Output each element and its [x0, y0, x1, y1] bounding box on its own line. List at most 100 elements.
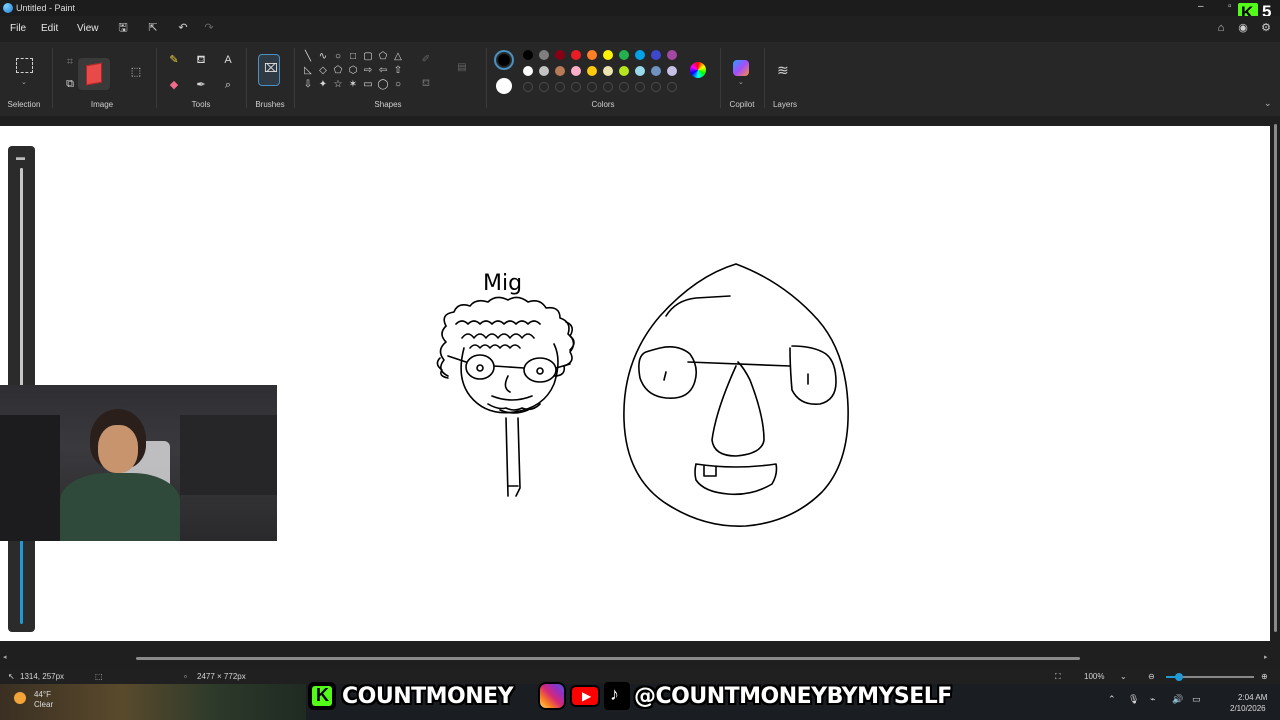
callout-rect-shape-icon[interactable]: ▭ — [362, 79, 374, 91]
minimize-icon[interactable]: – — [1198, 1, 1204, 12]
up-arrow-shape-icon[interactable]: ⇧ — [392, 65, 404, 77]
scroll-right-icon[interactable]: ▸ — [1264, 653, 1268, 661]
color-swatch[interactable] — [571, 66, 581, 76]
color-swatch[interactable] — [587, 66, 597, 76]
secondary-color-button[interactable] — [496, 78, 512, 94]
eraser-icon[interactable]: ◆ — [166, 77, 182, 93]
shape-picker-icon[interactable]: ▤ — [456, 62, 468, 74]
rectangle-shape-icon[interactable]: □ — [347, 51, 359, 63]
brushes-button[interactable]: ⌧ — [258, 54, 280, 86]
vertical-scroll-thumb[interactable] — [1274, 124, 1277, 632]
fill-icon[interactable]: ⛾ — [420, 78, 432, 90]
image-select-icon[interactable]: ⬚ — [128, 64, 144, 80]
maximize-icon[interactable]: ▫ — [1228, 1, 1232, 12]
drawing-canvas[interactable]: Mig — [0, 126, 1270, 641]
rounded-rectangle-shape-icon[interactable]: ▢ — [362, 51, 374, 63]
redo-icon[interactable]: ↷ — [202, 21, 216, 35]
clock-time[interactable]: 2:04 AM — [1238, 693, 1267, 702]
clock-date[interactable]: 2/10/2026 — [1230, 704, 1266, 713]
custom-color-slot[interactable] — [619, 82, 629, 92]
custom-color-slot[interactable] — [667, 82, 677, 92]
color-swatch[interactable] — [667, 66, 677, 76]
hexagon-shape-icon[interactable]: ⬡ — [347, 65, 359, 77]
right-triangle-shape-icon[interactable]: ◺ — [302, 65, 314, 77]
custom-color-slot[interactable] — [523, 82, 533, 92]
menu-file[interactable]: File — [10, 23, 26, 34]
resize-icon[interactable]: ⧉ — [62, 76, 78, 92]
pencil-icon[interactable]: ✎ — [166, 52, 182, 68]
tray-overflow-icon[interactable]: ⌃ — [1108, 694, 1116, 705]
color-swatch[interactable] — [539, 50, 549, 60]
undo-icon[interactable]: ↶ — [176, 21, 190, 35]
account-icon[interactable]: ◉ — [1236, 21, 1250, 35]
magnifier-icon[interactable]: ⌕ — [220, 77, 236, 93]
notifications-icon[interactable]: ⌂ — [1214, 21, 1228, 35]
diamond-shape-icon[interactable]: ◇ — [317, 65, 329, 77]
color-swatch[interactable] — [635, 66, 645, 76]
color-swatch[interactable] — [587, 50, 597, 60]
color-picker-icon[interactable]: ✒ — [193, 77, 209, 93]
custom-color-slot[interactable] — [603, 82, 613, 92]
down-arrow-shape-icon[interactable]: ⇩ — [302, 79, 314, 91]
zoom-dropdown-icon[interactable]: ⌄ — [1120, 672, 1127, 681]
five-point-star-shape-icon[interactable]: ☆ — [332, 79, 344, 91]
color-swatch[interactable] — [555, 66, 565, 76]
zoom-in-icon[interactable]: ⊕ — [1261, 672, 1268, 681]
color-swatch[interactable] — [523, 50, 533, 60]
six-point-star-shape-icon[interactable]: ✶ — [347, 79, 359, 91]
curve-shape-icon[interactable]: ∿ — [317, 51, 329, 63]
weather-icon[interactable] — [14, 692, 26, 704]
left-arrow-shape-icon[interactable]: ⇦ — [377, 65, 389, 77]
selection-rectangle-icon[interactable] — [16, 58, 33, 73]
volume-icon[interactable]: 🔊 — [1172, 694, 1183, 705]
right-arrow-shape-icon[interactable]: ⇨ — [362, 65, 374, 77]
color-swatch[interactable] — [539, 66, 549, 76]
color-swatch[interactable] — [619, 66, 629, 76]
network-icon[interactable]: ⌁ — [1150, 694, 1155, 705]
layers-icon[interactable]: ≋ — [777, 62, 789, 79]
color-swatch[interactable] — [635, 50, 645, 60]
share-icon[interactable]: ⇱ — [146, 21, 160, 35]
color-swatch[interactable] — [571, 50, 581, 60]
four-point-star-shape-icon[interactable]: ✦ — [317, 79, 329, 91]
color-swatch[interactable] — [619, 50, 629, 60]
save-icon[interactable]: 🖫 — [116, 21, 130, 35]
custom-color-slot[interactable] — [571, 82, 581, 92]
collapse-ribbon-icon[interactable]: ⌄ — [1264, 98, 1272, 109]
custom-color-slot[interactable] — [555, 82, 565, 92]
color-swatch[interactable] — [667, 50, 677, 60]
callout-oval-shape-icon[interactable]: ◯ — [377, 79, 389, 91]
copilot-icon[interactable] — [733, 60, 749, 76]
copilot-chevron-icon[interactable]: ⌄ — [738, 78, 744, 86]
color-swatch[interactable] — [523, 66, 533, 76]
custom-color-slot[interactable] — [539, 82, 549, 92]
image-button[interactable] — [78, 58, 110, 90]
custom-color-slot[interactable] — [587, 82, 597, 92]
vertical-scrollbar[interactable] — [1272, 116, 1280, 644]
oval-shape-icon[interactable]: ○ — [332, 51, 344, 63]
menu-edit[interactable]: Edit — [41, 23, 58, 34]
selection-chevron-icon[interactable]: ⌄ — [21, 78, 27, 86]
horizontal-scroll-thumb[interactable] — [136, 657, 1080, 660]
callout-cloud-shape-icon[interactable]: ○ — [392, 79, 404, 91]
color-swatch[interactable] — [603, 66, 613, 76]
pentagon-shape-icon[interactable]: ⬠ — [332, 65, 344, 77]
polygon-shape-icon[interactable]: ⬠ — [377, 51, 389, 63]
custom-color-slot[interactable] — [651, 82, 661, 92]
text-tool-icon[interactable]: A — [220, 52, 236, 68]
menu-view[interactable]: View — [77, 23, 99, 34]
settings-icon[interactable]: ⚙ — [1259, 21, 1273, 35]
fit-to-window-icon[interactable]: ⛶ — [1055, 672, 1061, 682]
zoom-level[interactable]: 100% — [1084, 672, 1104, 681]
edit-colors-icon[interactable] — [690, 62, 706, 78]
custom-color-slot[interactable] — [635, 82, 645, 92]
crop-icon[interactable]: ⌗ — [62, 54, 78, 70]
outline-icon[interactable]: ✐ — [420, 54, 432, 66]
fill-bucket-icon[interactable]: ⛾ — [193, 52, 209, 68]
triangle-shape-icon[interactable]: △ — [392, 51, 404, 63]
battery-icon[interactable]: ▭ — [1192, 694, 1201, 705]
zoom-out-icon[interactable]: ⊖ — [1148, 672, 1155, 681]
line-shape-icon[interactable]: ╲ — [302, 51, 314, 63]
scroll-left-icon[interactable]: ◂ — [3, 653, 7, 661]
color-swatch[interactable] — [651, 66, 661, 76]
